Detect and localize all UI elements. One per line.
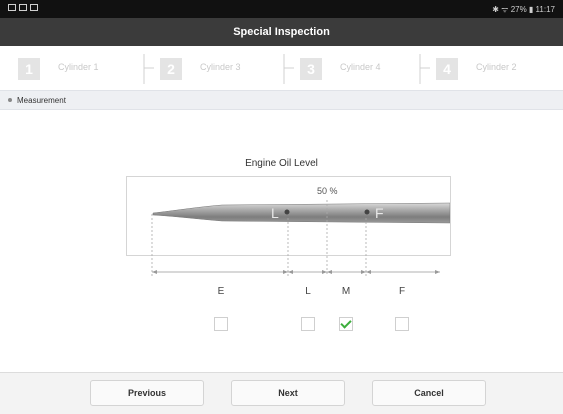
- previous-button[interactable]: Previous: [90, 380, 204, 406]
- step-label: Cylinder 4: [340, 62, 381, 72]
- step-number: 2: [160, 58, 182, 80]
- notification-icon: [19, 4, 27, 11]
- marker-label-l: L: [305, 286, 311, 297]
- step-label: Cylinder 1: [58, 62, 99, 72]
- measurement-panel: Engine Oil Level L F 50 % E L M F: [0, 110, 563, 372]
- marker-label-m: M: [341, 286, 351, 297]
- step-label: Cylinder 2: [476, 62, 517, 72]
- footer-bar: Previous Next Cancel: [0, 372, 563, 414]
- status-indicators: ✱ ᯤ 27% ▮ 11:17: [492, 5, 555, 14]
- checkbox-e[interactable]: [214, 317, 228, 331]
- page-title: Special Inspection: [0, 18, 563, 46]
- step-chevron-icon: [142, 54, 158, 84]
- checkbox-f[interactable]: [395, 317, 409, 331]
- notification-icons: [8, 4, 38, 11]
- step-label: Cylinder 3: [200, 62, 241, 72]
- measurement-guides: [151, 200, 440, 276]
- step-number: 4: [436, 58, 458, 80]
- step-chevron-icon: [282, 54, 298, 84]
- checkbox-l[interactable]: [301, 317, 315, 331]
- bullet-icon: [8, 98, 12, 102]
- section-header: Measurement: [0, 90, 563, 110]
- cylinder-stepper: 1 Cylinder 1 2 Cylinder 3 3 Cylinder 4 4…: [0, 46, 563, 90]
- section-label: Measurement: [17, 96, 66, 105]
- notification-icon: [8, 4, 16, 11]
- step-chevron-icon: [418, 54, 434, 84]
- next-button[interactable]: Next: [231, 380, 345, 406]
- step-number: 1: [18, 58, 40, 80]
- checkbox-m[interactable]: [339, 317, 353, 331]
- step-number: 3: [300, 58, 322, 80]
- status-bar: ✱ ᯤ 27% ▮ 11:17: [0, 0, 563, 18]
- marker-label-e: E: [217, 286, 225, 297]
- marker-label-f: F: [398, 286, 406, 297]
- cancel-button[interactable]: Cancel: [372, 380, 486, 406]
- notification-icon: [30, 4, 38, 11]
